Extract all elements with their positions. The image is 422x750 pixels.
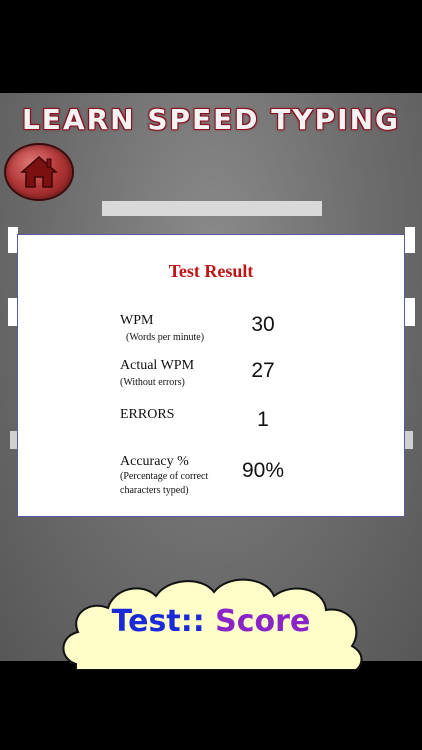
test-result-panel: Test Result WPM (Words per minute) 30 Ac…: [17, 234, 405, 517]
accuracy-label: Accuracy %: [120, 454, 189, 469]
top-input-bar: [102, 201, 322, 216]
actual-wpm-label: Actual WPM: [120, 358, 195, 373]
accuracy-value: 90%: [241, 459, 285, 482]
background-field: [405, 431, 413, 449]
wpm-value: 30: [251, 313, 275, 336]
banner-test-text: Test::: [111, 604, 205, 639]
actual-wpm-value: 27: [251, 359, 275, 382]
wpm-sub: (Words per minute): [126, 332, 205, 343]
wpm-label: WPM: [120, 313, 154, 328]
errors-value: 1: [257, 408, 269, 431]
background-field: [405, 227, 415, 253]
home-button[interactable]: [6, 145, 72, 199]
actual-wpm-sub: (Without errors): [120, 377, 185, 388]
home-icon: [20, 155, 58, 188]
banner-score-text: Score: [215, 604, 311, 639]
test-score-banner: Test:: Score: [0, 604, 422, 639]
accuracy-sub: (Percentage of correct characters typed): [120, 471, 209, 496]
app-title: LEARN SPEED TYPING: [21, 103, 401, 136]
errors-label: ERRORS: [120, 407, 175, 422]
background-field: [405, 298, 415, 326]
result-title: Test Result: [168, 261, 254, 281]
